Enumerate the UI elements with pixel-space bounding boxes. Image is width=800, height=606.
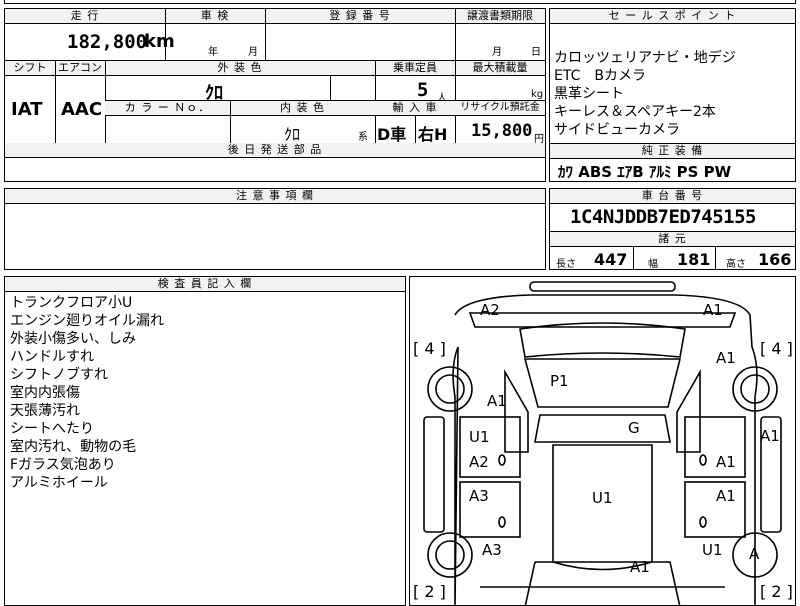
damage-mark: A2	[480, 301, 500, 319]
interior-color-header: 内 装 色	[230, 101, 375, 116]
inspector-item: 室内汚れ、動物の毛	[10, 439, 137, 455]
damage-mark: A1	[760, 427, 780, 445]
damage-mark: U1	[469, 428, 490, 446]
shaken-month-unit: 月	[248, 47, 258, 58]
height-label: 高さ	[726, 259, 746, 270]
sales-point-item: ETC Bカメラ	[554, 68, 646, 84]
registration-header: 登 録 番 号	[265, 9, 455, 24]
sales-points-header: セ ー ル ス ポ イ ン ト	[550, 9, 795, 24]
inspector-item: アルミホイール	[10, 475, 108, 491]
chassis-box: 車 台 番 号 1C4NJDDB7ED745155 諸 元 長さ 447 幅 1…	[549, 188, 796, 270]
standard-equipment-value: ｶﾜ ABS ｴｱB ｱﾙﾐ PS PW	[558, 163, 732, 181]
shift-header: シフト	[5, 61, 55, 76]
inspector-item: シフトノブすれ	[10, 367, 108, 383]
inspector-item: 外装小傷多い、しみ	[10, 331, 136, 347]
tire-front-right-label: [ 4 ]	[760, 339, 793, 358]
damage-mark: U1	[702, 541, 723, 559]
damage-mark: P1	[550, 372, 569, 390]
width-value: 181	[677, 250, 711, 269]
inspector-item: 室内内張傷	[10, 385, 80, 401]
mileage-header: 走 行	[5, 9, 165, 24]
mileage-unit: km	[144, 31, 175, 52]
interior-color-value: ｸﾛ	[284, 125, 301, 144]
sales-point-item: カロッツェリアナビ・地デジ	[554, 50, 736, 66]
inspector-box: 検 査 員 記 入 欄 トランクフロア小U エンジン廻りオイル漏れ 外装小傷多い…	[4, 276, 406, 606]
damage-mark: A1	[703, 301, 723, 319]
chassis-header: 車 台 番 号	[550, 189, 795, 204]
width-label: 幅	[648, 259, 658, 270]
damage-mark: A1	[716, 453, 736, 471]
damage-mark: A3	[469, 487, 489, 505]
standard-equipment-header: 純 正 装 備	[550, 144, 795, 159]
damage-mark: A1	[487, 392, 507, 410]
inspector-item: 天張薄汚れ	[10, 403, 80, 419]
damage-mark: A1	[716, 349, 736, 367]
transfer-day-unit: 日	[531, 47, 541, 58]
damage-mark: A1	[630, 558, 650, 576]
inspector-item: エンジン廻りオイル漏れ	[10, 313, 164, 329]
sales-point-item: サイドビューカメラ	[554, 122, 680, 138]
damage-mark: A2	[469, 453, 489, 471]
mileage-value: 182,800	[67, 31, 148, 53]
shaken-year-unit: 年	[208, 47, 218, 58]
tire-rear-left-label: [ 2 ]	[413, 582, 446, 601]
max-load-header: 最大積載量	[455, 61, 545, 76]
recycle-value: 15,800	[471, 121, 533, 141]
transfer-month-unit: 月	[492, 47, 502, 58]
aircon-header: エアコン	[55, 61, 105, 76]
max-load-unit: kg	[531, 89, 544, 100]
damage-mark: A1	[716, 487, 736, 505]
notes-box: 注 意 事 項 欄	[4, 188, 546, 270]
recycle-header: リサイクル預託金	[455, 101, 545, 116]
sales-point-item: キーレス＆スペアキー2本	[554, 104, 716, 120]
shift-value: IAT	[11, 99, 43, 120]
transfer-header: 譲渡書類期限	[455, 9, 545, 24]
notes-header: 注 意 事 項 欄	[5, 189, 545, 204]
length-value: 447	[594, 250, 628, 269]
height-value: 166	[758, 250, 792, 269]
interior-color-suffix: 系	[358, 132, 368, 143]
length-label: 長さ	[556, 259, 576, 270]
inspector-header: 検 査 員 記 入 欄	[5, 277, 405, 292]
top-partial-strip	[4, 0, 796, 4]
chassis-value: 1C4NJDDB7ED745155	[570, 206, 756, 228]
import-dealer: D車	[377, 125, 407, 144]
tire-front-left-label: [ 4 ]	[413, 339, 446, 358]
damage-mark: A3	[482, 541, 502, 559]
dimensions-header: 諸 元	[550, 232, 795, 247]
inspector-item: トランクフロア小U	[10, 295, 133, 311]
car-diagram-box: [ 4 ] [ 4 ] [ 2 ] [ 2 ] A2 A1 A1 P1 A1 A…	[409, 276, 796, 606]
inspector-item: Fガラス気泡あり	[10, 457, 116, 473]
inspector-item: シートへたり	[10, 421, 94, 437]
exterior-color-header: 外 装 色	[105, 61, 375, 76]
damage-mark: U1	[592, 489, 613, 507]
tire-rear-right-label: [ 2 ]	[760, 582, 793, 601]
import-header: 輸 入 車	[375, 101, 455, 116]
aircon-value: AAC	[61, 99, 103, 120]
damage-mark: A	[749, 545, 760, 563]
later-parts-header: 後 日 発 送 部 品	[5, 143, 545, 158]
import-handle: 右H	[418, 125, 448, 144]
color-no-header: カ ラ ー Ｎｏ．	[105, 101, 230, 116]
sales-point-item: 黒革シート	[554, 86, 624, 102]
damage-mark: G	[628, 419, 640, 437]
capacity-value: 5	[417, 79, 429, 101]
inspector-item: ハンドルすれ	[10, 349, 94, 365]
capacity-header: 乗車定員	[375, 61, 455, 76]
sales-points-box: セ ー ル ス ポ イ ン ト カロッツェリアナビ・地デジ ETC Bカメラ 黒…	[549, 8, 796, 182]
car-outline-diagram	[423, 281, 782, 605]
vehicle-info-block: 走 行 車 検 登 録 番 号 譲渡書類期限 182,800 km 年 月 月 …	[4, 8, 546, 182]
shaken-header: 車 検	[165, 9, 265, 24]
